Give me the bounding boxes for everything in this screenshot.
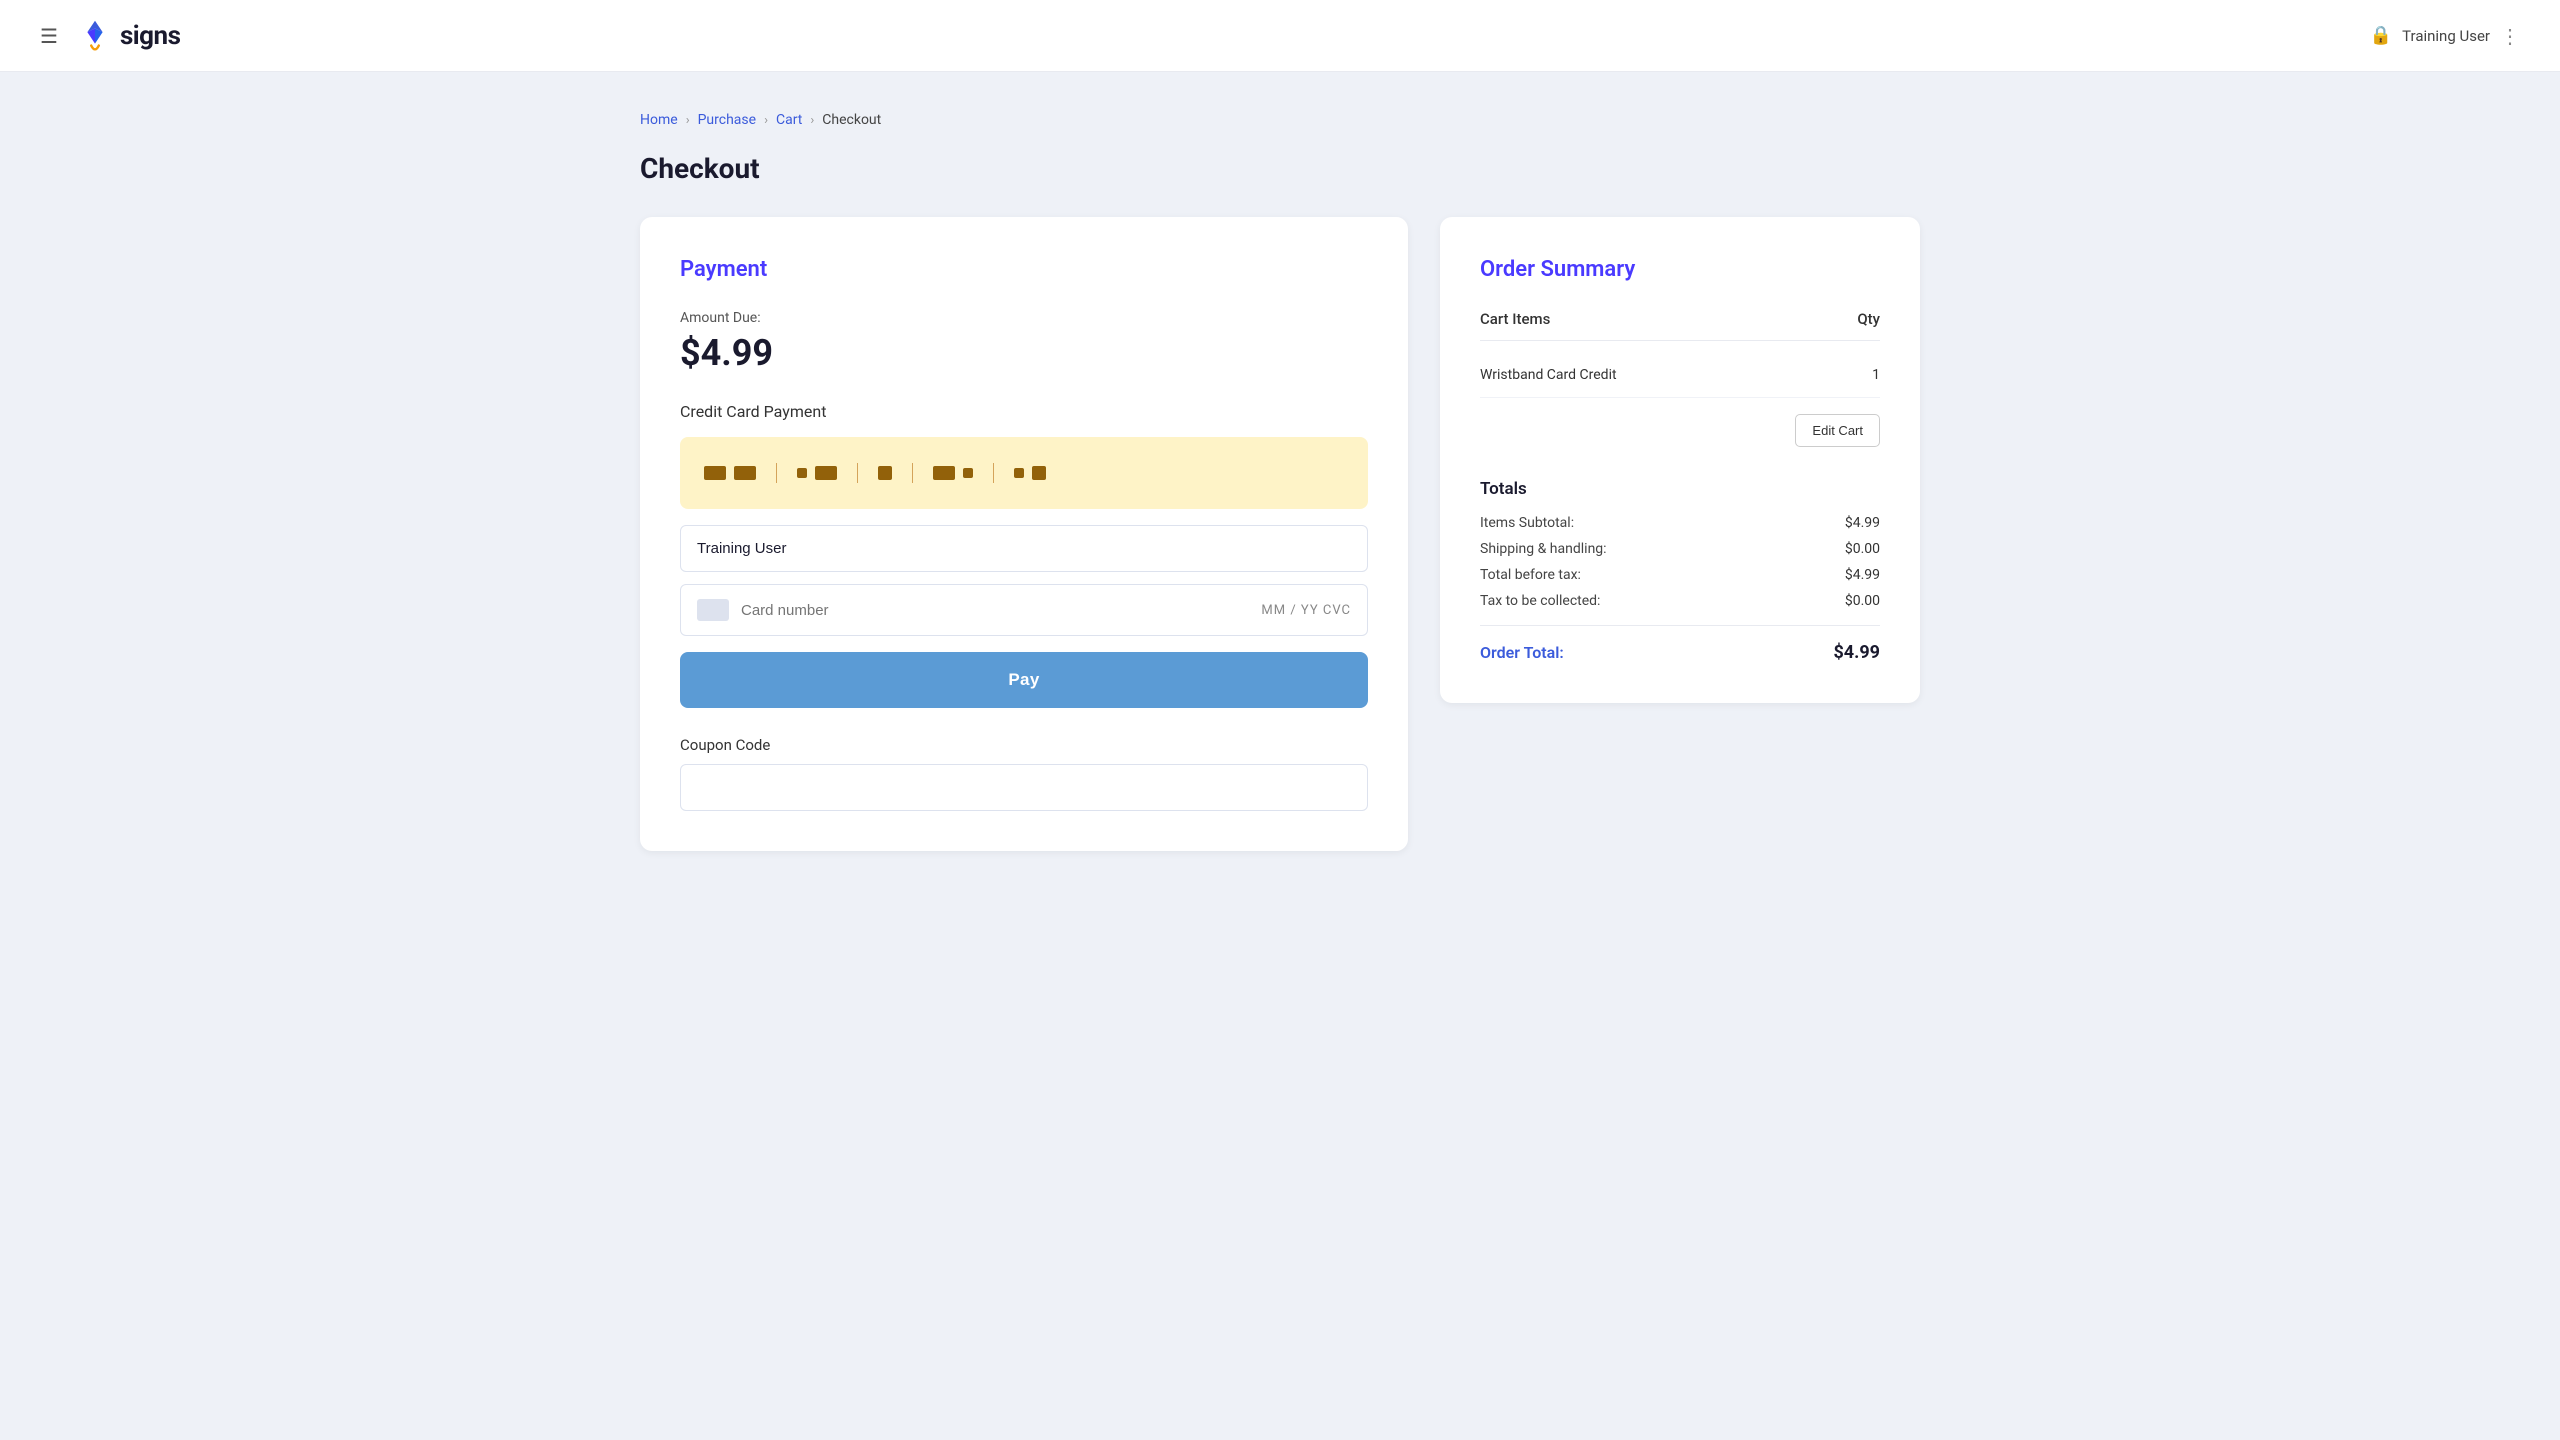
totals-section: Totals Items Subtotal: $4.99 Shipping & … <box>1480 479 1880 663</box>
card-number-input[interactable] <box>741 602 1249 619</box>
breadcrumb-sep-3: › <box>810 113 814 128</box>
card-block-5 <box>878 466 892 480</box>
card-stripe-widget[interactable] <box>680 437 1368 509</box>
before-tax-value: $4.99 <box>1845 567 1880 583</box>
coupon-label: Coupon Code <box>680 736 1368 754</box>
card-stripe-blocks <box>704 466 756 480</box>
header-left: ☰ signs <box>40 15 180 57</box>
order-total-label: Order Total: <box>1480 643 1564 662</box>
tax-label: Tax to be collected: <box>1480 593 1600 609</box>
card-type-icon <box>697 599 729 621</box>
amount-value: $4.99 <box>680 332 1368 374</box>
cart-items-header: Cart Items Qty <box>1480 310 1880 341</box>
page-title: Checkout <box>640 152 1920 185</box>
header: ☰ signs 🔒 Training User ⋮ <box>0 0 2560 72</box>
user-name: Training User <box>2402 27 2490 45</box>
payment-panel: Payment Amount Due: $4.99 Credit Card Pa… <box>640 217 1408 851</box>
card-stripe-blocks-2 <box>797 466 837 480</box>
order-total-value: $4.99 <box>1833 642 1880 663</box>
card-stripe-sep-2 <box>857 463 858 483</box>
card-stripe-sep-3 <box>912 463 913 483</box>
lock-icon: 🔒 <box>2370 25 2392 46</box>
coupon-input[interactable] <box>680 764 1368 811</box>
items-subtotal-value: $4.99 <box>1845 515 1880 531</box>
card-stripe-sep-4 <box>993 463 994 483</box>
breadcrumb-current: Checkout <box>822 112 881 128</box>
header-right: 🔒 Training User ⋮ <box>2370 24 2520 48</box>
breadcrumb-cart[interactable]: Cart <box>776 112 802 128</box>
amount-label: Amount Due: <box>680 310 1368 326</box>
card-stripe-blocks-4 <box>933 466 973 480</box>
card-block-4 <box>815 466 837 480</box>
logo: signs <box>74 15 181 57</box>
breadcrumb-sep-1: › <box>686 113 690 128</box>
card-number-row[interactable]: MM / YY CVC <box>680 584 1368 636</box>
items-subtotal-label: Items Subtotal: <box>1480 515 1574 531</box>
card-stripe-sep-1 <box>776 463 777 483</box>
items-subtotal-row: Items Subtotal: $4.99 <box>1480 515 1880 531</box>
pay-button[interactable]: Pay <box>680 652 1368 708</box>
payment-title: Payment <box>680 257 1368 282</box>
tax-row: Tax to be collected: $0.00 <box>1480 593 1880 609</box>
tax-value: $0.00 <box>1845 593 1880 609</box>
edit-cart-button[interactable]: Edit Cart <box>1795 414 1880 447</box>
card-stripe-blocks-5 <box>1014 466 1046 480</box>
shipping-label: Shipping & handling: <box>1480 541 1607 557</box>
order-summary-title: Order Summary <box>1480 257 1880 282</box>
before-tax-row: Total before tax: $4.99 <box>1480 567 1880 583</box>
cc-section-label: Credit Card Payment <box>680 402 1368 421</box>
card-block-9 <box>1032 466 1046 480</box>
card-expiry-cvc-label: MM / YY CVC <box>1261 603 1351 618</box>
cart-item-name: Wristband Card Credit <box>1480 367 1617 383</box>
cart-qty-label: Qty <box>1857 310 1880 328</box>
card-block-2 <box>734 466 756 480</box>
card-block-1 <box>704 466 726 480</box>
breadcrumb-purchase[interactable]: Purchase <box>698 112 756 128</box>
order-total-row: Order Total: $4.99 <box>1480 642 1880 663</box>
main-content: Home › Purchase › Cart › Checkout Checko… <box>580 72 1980 891</box>
more-options-icon[interactable]: ⋮ <box>2500 24 2520 48</box>
breadcrumb: Home › Purchase › Cart › Checkout <box>640 112 1920 128</box>
breadcrumb-sep-2: › <box>764 113 768 128</box>
totals-title: Totals <box>1480 479 1880 499</box>
logo-icon <box>74 15 116 57</box>
cardholder-name-input[interactable]: Training User <box>680 525 1368 572</box>
checkout-layout: Payment Amount Due: $4.99 Credit Card Pa… <box>640 217 1920 851</box>
logo-text: signs <box>120 21 181 51</box>
card-block-7 <box>963 468 973 478</box>
totals-divider <box>1480 625 1880 626</box>
cart-items-list: Wristband Card Credit 1 <box>1480 353 1880 398</box>
card-block-8 <box>1014 468 1024 478</box>
hamburger-icon[interactable]: ☰ <box>40 24 58 48</box>
table-row: Wristband Card Credit 1 <box>1480 353 1880 398</box>
shipping-row: Shipping & handling: $0.00 <box>1480 541 1880 557</box>
card-block-6 <box>933 466 955 480</box>
shipping-value: $0.00 <box>1845 541 1880 557</box>
breadcrumb-home[interactable]: Home <box>640 112 678 128</box>
cart-item-qty: 1 <box>1872 367 1880 383</box>
card-block-3 <box>797 468 807 478</box>
card-stripe-blocks-3 <box>878 466 892 480</box>
before-tax-label: Total before tax: <box>1480 567 1581 583</box>
order-summary-panel: Order Summary Cart Items Qty Wristband C… <box>1440 217 1920 703</box>
cart-items-label: Cart Items <box>1480 310 1550 328</box>
